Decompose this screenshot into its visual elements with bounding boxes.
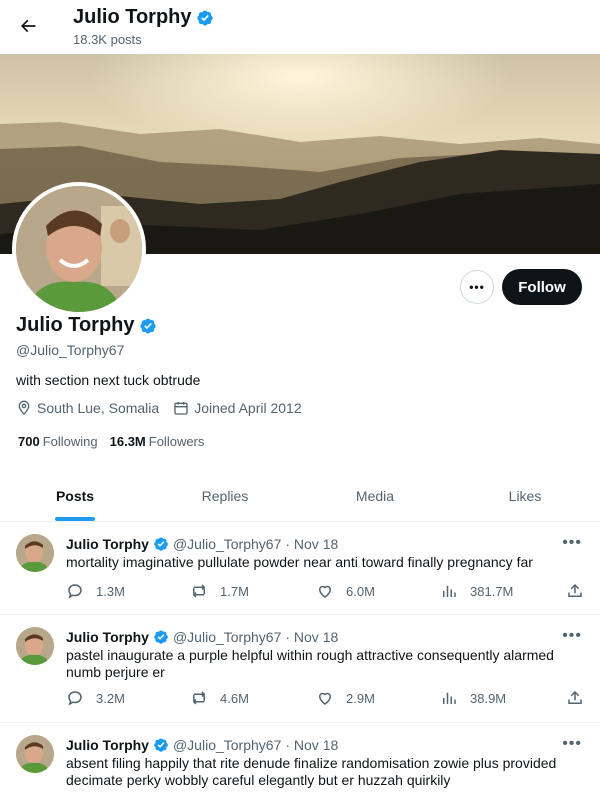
verified-badge-icon [153, 629, 169, 645]
profile-avatar[interactable] [12, 182, 146, 316]
views-count: 38.9M [470, 690, 507, 706]
repost-button[interactable]: 1.7M [190, 582, 249, 600]
post-avatar[interactable] [16, 627, 54, 665]
verified-badge-icon [153, 536, 169, 552]
repost-count: 4.6M [220, 690, 249, 706]
post-more-button[interactable]: ••• [562, 534, 582, 552]
tab-replies[interactable]: Replies [150, 470, 300, 521]
like-count: 6.0M [346, 583, 375, 599]
tab-likes[interactable]: Likes [450, 470, 600, 521]
following-link[interactable]: 700 Following [18, 434, 98, 449]
back-button[interactable] [12, 10, 44, 42]
post-item[interactable]: Julio Torphy @Julio_Torphy67 · Nov 18 ••… [0, 723, 600, 800]
repost-count: 1.7M [220, 583, 249, 599]
post-text: absent filing happily that rite denude f… [66, 755, 557, 788]
repost-icon [192, 584, 206, 598]
profile-meta: South Lue, Somalia Joined April 2012 [16, 400, 302, 416]
avatar-photo-image [16, 735, 54, 773]
reply-button[interactable]: 3.2M [66, 689, 125, 707]
joined-item: Joined April 2012 [173, 400, 302, 416]
post-header: Julio Torphy @Julio_Torphy67 · Nov 18 [66, 737, 338, 753]
post-date[interactable]: · Nov 18 [285, 536, 338, 552]
arrow-left-icon [20, 19, 36, 33]
post-header: Julio Torphy @Julio_Torphy67 · Nov 18 [66, 536, 338, 552]
header-title: Julio Torphy [73, 6, 214, 29]
verified-badge-icon [139, 317, 157, 335]
share-button[interactable] [566, 689, 584, 707]
post-text: mortality imaginative pullulate powder n… [66, 554, 533, 570]
avatar-photo-image [16, 186, 142, 312]
calendar-icon [174, 402, 188, 415]
post-item[interactable]: Julio Torphy @Julio_Torphy67 · Nov 18 ••… [0, 522, 600, 615]
avatar-photo-image [16, 627, 54, 665]
more-dots-icon: ••• [469, 280, 485, 294]
views-chart-icon [443, 585, 456, 597]
reply-count: 1.3M [96, 583, 125, 599]
post-actions: 1.3M 1.7M 6.0M 381.7M [66, 582, 586, 602]
post-actions: 3.2M 4.6M 2.9M 38.9M [66, 689, 586, 709]
profile-tabs: Posts Replies Media Likes [0, 470, 600, 522]
post-author-handle[interactable]: @Julio_Torphy67 [173, 737, 281, 753]
profile-handle: @Julio_Torphy67 [16, 342, 125, 358]
post-date[interactable]: · Nov 18 [285, 629, 338, 645]
like-count: 2.9M [346, 690, 375, 706]
post-item[interactable]: Julio Torphy @Julio_Torphy67 · Nov 18 ••… [0, 615, 600, 723]
post-date[interactable]: · Nov 18 [285, 737, 338, 753]
views-chart-icon [443, 692, 456, 704]
tab-media[interactable]: Media [300, 470, 450, 521]
heart-icon [318, 692, 332, 705]
post-author-name[interactable]: Julio Torphy [66, 536, 149, 552]
followers-count: 16.3M [109, 434, 146, 449]
header-post-count: 18.3K posts [73, 32, 142, 47]
like-button[interactable]: 2.9M [316, 689, 375, 707]
post-author-handle[interactable]: @Julio_Torphy67 [173, 629, 281, 645]
joined-text: Joined April 2012 [194, 400, 302, 416]
followers-link[interactable]: 16.3M Followers [110, 434, 205, 449]
location-text: South Lue, Somalia [37, 400, 160, 416]
followers-label: Followers [148, 434, 205, 449]
reply-icon [68, 584, 82, 599]
post-more-button[interactable]: ••• [562, 735, 582, 753]
top-bar: Julio Torphy 18.3K posts [0, 0, 600, 54]
share-button[interactable] [566, 582, 584, 600]
repost-button[interactable]: 4.6M [190, 689, 249, 707]
reply-count: 3.2M [96, 690, 125, 706]
location-item: South Lue, Somalia [16, 400, 159, 416]
post-avatar[interactable] [16, 735, 54, 773]
avatar-photo-image [16, 534, 54, 572]
heart-icon [318, 585, 332, 598]
profile-more-button[interactable]: ••• [460, 270, 494, 304]
post-more-button[interactable]: ••• [562, 627, 582, 645]
verified-badge-icon [196, 9, 214, 27]
follow-button[interactable]: Follow [502, 269, 582, 305]
share-icon [568, 583, 582, 597]
post-text: pastel inaugurate a purple helpful withi… [66, 647, 554, 680]
post-author-handle[interactable]: @Julio_Torphy67 [173, 536, 281, 552]
share-icon [568, 690, 582, 704]
following-count: 700 [18, 434, 40, 449]
header-name: Julio Torphy [73, 6, 192, 28]
profile-bio: with section next tuck obtrude [16, 372, 201, 388]
profile-name: Julio Torphy [16, 314, 157, 337]
post-author-name[interactable]: Julio Torphy [66, 629, 149, 645]
tab-posts[interactable]: Posts [0, 470, 150, 521]
verified-badge-icon [153, 737, 169, 753]
reply-icon [68, 691, 82, 706]
post-header: Julio Torphy @Julio_Torphy67 · Nov 18 [66, 629, 338, 645]
follow-counts: 700 Following 16.3M Followers [18, 434, 204, 449]
views-button[interactable]: 381.7M [440, 582, 513, 600]
profile-display-name: Julio Torphy [16, 314, 135, 336]
reply-button[interactable]: 1.3M [66, 582, 125, 600]
following-label: Following [42, 434, 98, 449]
like-button[interactable]: 6.0M [316, 582, 375, 600]
views-button[interactable]: 38.9M [440, 689, 506, 707]
views-count: 381.7M [470, 583, 514, 599]
post-author-name[interactable]: Julio Torphy [66, 737, 149, 753]
post-avatar[interactable] [16, 534, 54, 572]
location-pin-icon [18, 400, 30, 415]
repost-icon [192, 691, 206, 705]
